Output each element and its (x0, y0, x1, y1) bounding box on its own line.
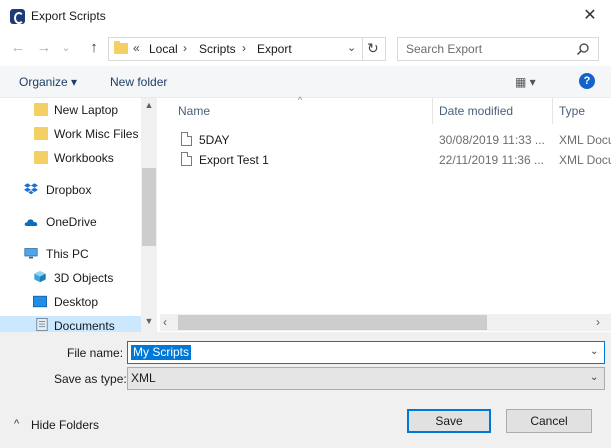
sidebar-item-this-pc[interactable]: This PC (0, 242, 141, 266)
file-name-label: File name: (67, 346, 124, 360)
column-header-type[interactable]: Type (559, 104, 585, 118)
new-folder-button[interactable]: New folder (110, 75, 167, 89)
search-input[interactable] (404, 41, 568, 57)
sidebar-item-label: OneDrive (46, 215, 97, 229)
close-icon[interactable]: ✕ (575, 4, 605, 28)
file-name-field[interactable]: My Scripts ⌄ (127, 341, 605, 364)
sidebar-item-label: Desktop (54, 295, 99, 309)
file-icon (181, 132, 192, 146)
divider (362, 37, 363, 61)
scroll-up-icon[interactable]: ▲ (141, 100, 157, 110)
desktop-icon (33, 295, 47, 308)
save-as-type-label: Save as type: (54, 372, 127, 386)
address-bar[interactable]: « Local › Scripts › Export ⌄ ↻ (108, 37, 386, 61)
forward-icon[interactable]: → (34, 38, 54, 58)
onedrive-icon (24, 219, 38, 226)
save-as-type-select[interactable]: XML ⌄ (127, 367, 605, 390)
column-header-name[interactable]: Name (178, 104, 210, 118)
refresh-icon[interactable]: ↻ (367, 40, 379, 57)
sidebar-item-workbooks[interactable]: Workbooks (0, 146, 141, 170)
file-date: 30/08/2019 11:33 ... (439, 133, 545, 147)
column-header-date[interactable]: Date modified (439, 104, 513, 118)
file-type: XML Docu (559, 133, 611, 147)
breadcrumb-overflow[interactable]: « (133, 41, 140, 55)
app-logo-icon (10, 9, 25, 24)
file-name: 5DAY (199, 133, 230, 147)
view-options-button[interactable]: ▦ ▾ (515, 75, 536, 89)
help-icon[interactable]: ? (579, 73, 595, 89)
address-dropdown-icon[interactable]: ⌄ (347, 41, 356, 54)
recent-locations-icon[interactable]: ⌄ (56, 38, 76, 58)
sidebar-item-work-misc-files[interactable]: Work Misc Files (0, 122, 141, 146)
breadcrumb-local[interactable]: Local (149, 42, 178, 56)
breadcrumb-scripts[interactable]: Scripts (199, 42, 236, 56)
save-button[interactable]: Save (407, 409, 491, 433)
scroll-right-icon[interactable]: › (596, 315, 600, 329)
sidebar-item-new-laptop[interactable]: New Laptop (0, 98, 141, 122)
organize-button[interactable]: Organize ▾ (19, 75, 77, 89)
folder-icon (34, 103, 48, 116)
column-divider[interactable] (432, 98, 433, 124)
scroll-down-icon[interactable]: ▼ (141, 316, 157, 326)
breadcrumb-separator: › (242, 41, 246, 55)
back-icon[interactable]: ← (8, 38, 28, 58)
sidebar-item-label: Workbooks (54, 151, 114, 165)
cancel-button[interactable]: Cancel (506, 409, 592, 433)
hide-folders-button[interactable]: Hide Folders (31, 418, 99, 432)
sidebar-item-label: New Laptop (54, 103, 119, 117)
sidebar-item-label: Dropbox (46, 183, 92, 197)
sidebar-scrollbar-thumb[interactable] (142, 168, 156, 246)
sidebar-item-label: Documents (54, 319, 115, 333)
sidebar-item-onedrive[interactable]: OneDrive (0, 210, 141, 234)
sidebar-item-label: Work Misc Files (54, 127, 139, 141)
breadcrumb-separator: › (183, 41, 187, 55)
chevron-down-icon[interactable]: ⌄ (590, 372, 598, 383)
scroll-left-icon[interactable]: ‹ (163, 315, 167, 329)
save-as-type-value: XML (131, 371, 156, 385)
file-icon (181, 152, 192, 166)
folder-icon (114, 41, 128, 54)
dropbox-icon (24, 183, 38, 195)
chevron-down-icon[interactable]: ⌄ (590, 346, 598, 357)
column-divider[interactable] (552, 98, 553, 124)
up-folder-icon[interactable]: ↑ (84, 38, 104, 58)
3d-objects-icon (34, 270, 46, 283)
documents-icon (36, 318, 48, 331)
sidebar-item-dropbox[interactable]: Dropbox (0, 178, 141, 202)
file-date: 22/11/2019 11:36 ... (439, 153, 544, 167)
sort-ascending-icon: ^ (298, 95, 303, 105)
chevron-up-icon[interactable]: ^ (14, 418, 19, 430)
sidebar-item-label: 3D Objects (54, 271, 114, 285)
search-icon[interactable] (576, 42, 590, 56)
file-list-scrollbar-thumb[interactable] (178, 315, 487, 330)
folder-icon (34, 151, 48, 164)
file-row[interactable]: Export Test 1 22/11/2019 11:36 ... XML D… (178, 149, 611, 171)
sidebar-item-label: This PC (46, 247, 89, 261)
sidebar-item-3d-objects[interactable]: 3D Objects (0, 266, 141, 290)
search-box[interactable] (397, 37, 599, 61)
sidebar-item-desktop[interactable]: Desktop (0, 290, 141, 314)
file-name-input[interactable]: My Scripts (131, 345, 192, 360)
pc-icon (24, 248, 38, 259)
breadcrumb-export[interactable]: Export (257, 42, 292, 56)
file-name: Export Test 1 (199, 153, 269, 167)
folder-icon (34, 127, 48, 140)
file-type: XML Docu (559, 153, 611, 167)
file-row[interactable]: 5DAY 30/08/2019 11:33 ... XML Docu (178, 129, 611, 151)
window-title: Export Scripts (31, 9, 106, 23)
